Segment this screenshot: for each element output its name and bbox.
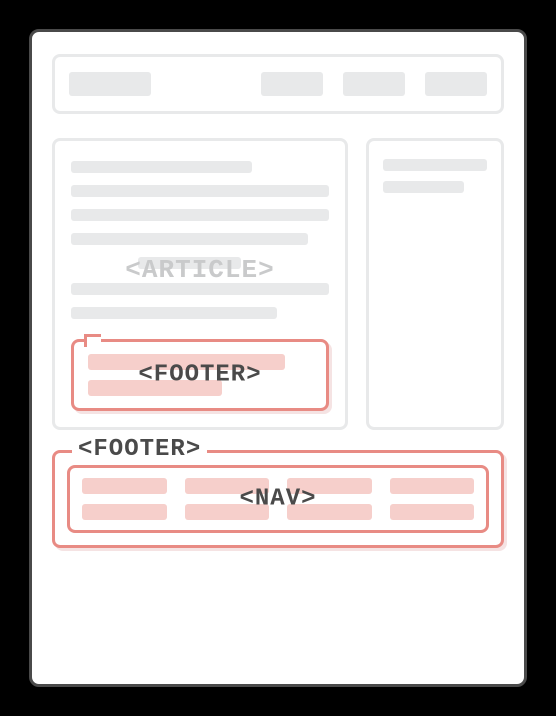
page-footer-box: <NAV>: [52, 450, 504, 548]
header-region: [52, 54, 504, 114]
footer-tag-label: <FOOTER>: [72, 436, 207, 463]
text-placeholder: [71, 233, 308, 245]
article-footer-region: <FOOTER>: [71, 339, 329, 411]
header-nav-placeholder: [261, 72, 487, 96]
nav-link-placeholder: [261, 72, 323, 96]
logo-placeholder: [69, 72, 151, 96]
article-region: <ARTICLE> <FOOTER>: [52, 138, 348, 430]
page-wireframe: <ARTICLE> <FOOTER> <FOOTER>: [29, 29, 527, 687]
footer-tag-label: <FOOTER>: [74, 362, 326, 389]
text-placeholder: [383, 159, 487, 171]
page-footer-region: <FOOTER> <NAV>: [52, 450, 504, 548]
text-placeholder: [71, 209, 329, 221]
nav-link-placeholder: [425, 72, 487, 96]
aside-region: [366, 138, 504, 430]
nav-tag-label: <NAV>: [70, 486, 486, 513]
text-placeholder: [71, 307, 277, 319]
text-placeholder: [71, 185, 329, 197]
text-placeholder: [71, 161, 252, 173]
text-placeholder: [71, 283, 329, 295]
text-placeholder: [138, 257, 241, 269]
nav-link-placeholder: [343, 72, 405, 96]
main-row: <ARTICLE> <FOOTER>: [52, 138, 504, 430]
text-placeholder: [383, 181, 464, 193]
nav-region: <NAV>: [67, 465, 489, 533]
